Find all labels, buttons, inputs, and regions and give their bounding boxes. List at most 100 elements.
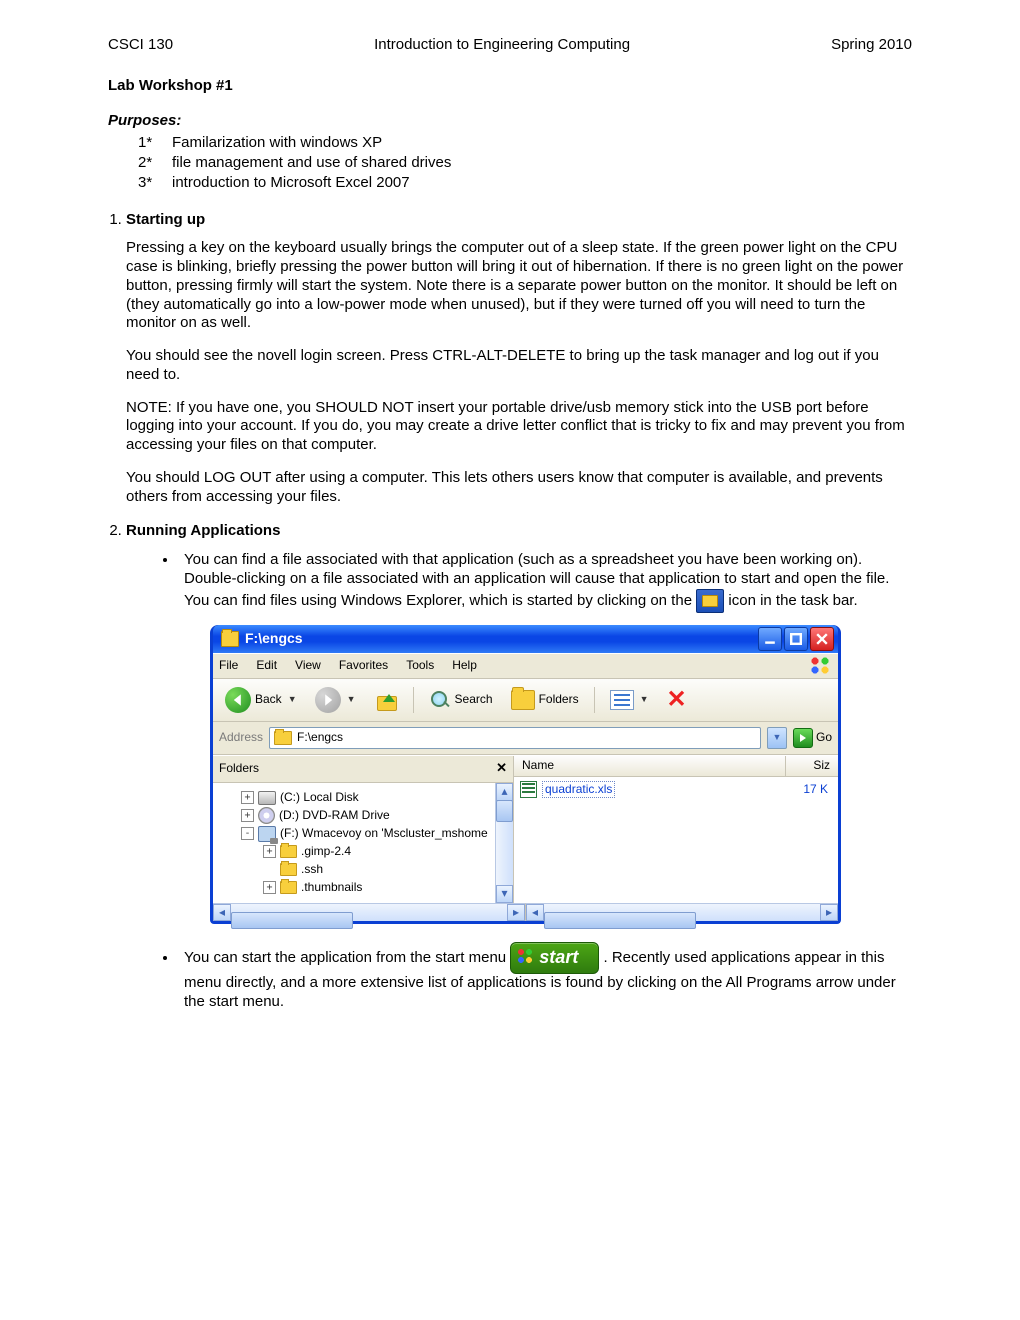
purpose-num: 1* (138, 134, 172, 153)
file-size: 17 K (803, 782, 832, 797)
section-starting-up: Starting up Pressing a key on the keyboa… (126, 211, 912, 507)
purposes-heading: Purposes: (108, 112, 912, 131)
tree-item-f[interactable]: - (F:) Wmacevoy on 'Mscluster_mshome (219, 825, 491, 843)
maximize-button[interactable] (784, 627, 808, 651)
chevron-down-icon[interactable]: ▼ (288, 694, 297, 705)
folders-pane: Folders ✕ + (C:) Local Disk + (D:) DVD-RAM… (213, 756, 514, 903)
search-icon (429, 689, 451, 711)
scroll-left-icon[interactable]: ◂ (526, 904, 544, 921)
tree-label: .thumbnails (301, 880, 362, 895)
bullet-text: icon in the task bar. (728, 591, 857, 608)
menu-view[interactable]: View (295, 658, 321, 673)
search-button[interactable]: Search (423, 686, 499, 714)
tree-label: (C:) Local Disk (280, 790, 359, 805)
document-title: Lab Workshop #1 (108, 77, 912, 96)
purpose-text: introduction to Microsoft Excel 2007 (172, 174, 410, 193)
tree-label: .ssh (301, 862, 323, 877)
file-row[interactable]: quadratic.xls 17 K (520, 781, 832, 799)
go-button[interactable]: Go (793, 728, 832, 748)
back-button[interactable]: Back ▼ (219, 684, 303, 716)
scroll-up-icon[interactable]: ▴ (496, 783, 513, 801)
menu-file[interactable]: File (219, 658, 238, 673)
tree-item-ssh[interactable]: .ssh (219, 861, 491, 879)
address-label: Address (219, 730, 263, 745)
scroll-thumb[interactable] (496, 800, 513, 822)
section-running-apps: Running Applications You can find a file… (126, 522, 912, 1011)
menu-favorites[interactable]: Favorites (339, 658, 388, 673)
tree-label: .gimp-2.4 (301, 844, 351, 859)
folders-button[interactable]: Folders (505, 687, 585, 713)
scroll-thumb[interactable] (231, 912, 353, 929)
expand-icon[interactable]: + (263, 845, 276, 858)
chevron-down-icon: ▼ (773, 732, 782, 743)
chevron-down-icon[interactable]: ▼ (640, 694, 649, 705)
menu-tools[interactable]: Tools (406, 658, 434, 673)
windows-flag-icon (810, 657, 832, 675)
column-headers: Name Siz (514, 756, 838, 777)
collapse-icon[interactable]: - (241, 827, 254, 840)
vertical-scrollbar[interactable]: ▴ ▾ (495, 783, 513, 903)
folder-icon (274, 731, 292, 745)
tree-item-gimp[interactable]: + .gimp-2.4 (219, 843, 491, 861)
scroll-down-icon[interactable]: ▾ (496, 885, 513, 903)
scroll-left-icon[interactable]: ◂ (213, 904, 231, 921)
address-value: F:\engcs (297, 730, 343, 745)
close-pane-icon[interactable]: ✕ (496, 760, 507, 776)
menu-help[interactable]: Help (452, 658, 477, 673)
tree-label: (F:) Wmacevoy on 'Mscluster_mshome (280, 826, 488, 841)
forward-button[interactable]: ▼ (309, 684, 362, 716)
start-label: start (539, 947, 578, 967)
term: Spring 2010 (831, 36, 912, 55)
paragraph: Pressing a key on the keyboard usually b… (126, 239, 912, 333)
purposes-list: 1*Familarization with windows XP 2*file … (108, 134, 912, 192)
dvd-icon (258, 807, 275, 824)
scroll-right-icon[interactable]: ▸ (507, 904, 525, 921)
scroll-thumb[interactable] (544, 912, 696, 929)
folders-pane-title: Folders (219, 761, 259, 776)
scroll-right-icon[interactable]: ▸ (820, 904, 838, 921)
back-label: Back (255, 692, 282, 707)
address-input[interactable]: F:\engcs (269, 727, 761, 749)
course-code: CSCI 130 (108, 36, 173, 55)
expand-icon[interactable]: + (241, 809, 254, 822)
horizontal-scrollbar[interactable]: ◂ ▸ (526, 903, 838, 921)
section-title: Running Applications (126, 522, 280, 539)
folder-tree: + (C:) Local Disk + (D:) DVD-RAM Drive - (F… (213, 783, 495, 903)
delete-x-icon: ✕ (667, 685, 687, 715)
up-button[interactable] (368, 685, 404, 715)
bullet-item: You can start the application from the s… (178, 942, 912, 1012)
minimize-button[interactable] (758, 627, 782, 651)
file-name[interactable]: quadratic.xls (542, 781, 615, 798)
bullet-item: You can find a file associated with that… (178, 551, 912, 924)
tree-item-c[interactable]: + (C:) Local Disk (219, 789, 491, 807)
folders-label: Folders (539, 692, 579, 707)
expand-icon[interactable]: + (241, 791, 254, 804)
back-arrow-icon (225, 687, 251, 713)
titlebar[interactable]: F:\engcs (213, 625, 838, 653)
delete-button[interactable]: ✕ (661, 682, 693, 718)
tree-item-thumbnails[interactable]: + .thumbnails (219, 879, 491, 897)
col-name[interactable]: Name (514, 756, 786, 776)
folder-icon (511, 690, 535, 710)
window-title: F:\engcs (245, 630, 303, 648)
folder-icon (280, 881, 297, 894)
expand-icon[interactable]: + (263, 881, 276, 894)
search-label: Search (455, 692, 493, 707)
chevron-down-icon[interactable]: ▼ (347, 694, 356, 705)
bullet-text: You can start the application from the s… (184, 949, 510, 966)
go-label: Go (816, 730, 832, 745)
start-menu-button[interactable]: start (510, 942, 599, 975)
excel-file-icon (520, 781, 537, 798)
col-size[interactable]: Siz (786, 756, 838, 776)
views-button[interactable]: ▼ (604, 687, 655, 713)
menu-edit[interactable]: Edit (256, 658, 277, 673)
address-dropdown[interactable]: ▼ (767, 727, 787, 749)
horizontal-scrollbar[interactable]: ◂ ▸ (213, 903, 526, 921)
views-icon (610, 690, 634, 710)
disk-icon (258, 791, 276, 805)
files-pane: Name Siz quadratic.xls 17 K (514, 756, 838, 903)
close-button[interactable] (810, 627, 834, 651)
page-header: CSCI 130 Introduction to Engineering Com… (108, 36, 912, 55)
tree-label: (D:) DVD-RAM Drive (279, 808, 390, 823)
tree-item-d[interactable]: + (D:) DVD-RAM Drive (219, 807, 491, 825)
